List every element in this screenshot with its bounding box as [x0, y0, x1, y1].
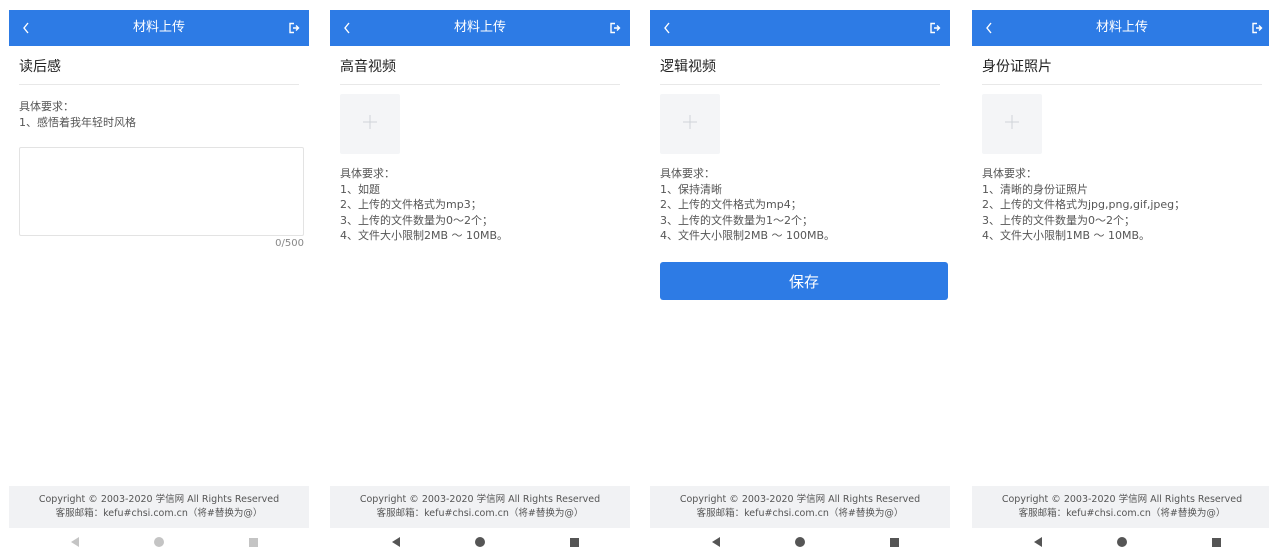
back-triangle-icon[interactable]: [388, 534, 404, 550]
requirement-line: 3、上传的文件数量为0～2个；: [982, 213, 1135, 227]
copyright-text: Copyright © 2003-2020 学信网 All Rights Res…: [38, 494, 280, 505]
service-email-text: 客服邮箱：kefu#chsi.com.cn（将#替换为@）: [1018, 508, 1226, 519]
requirement-line: 1、如题: [340, 182, 380, 196]
system-nav-bar: [972, 528, 1269, 554]
upload-button[interactable]: [982, 94, 1042, 154]
save-button[interactable]: 保存: [660, 262, 948, 300]
system-nav-bar: [650, 528, 950, 554]
char-counter: 0/500: [275, 238, 304, 249]
plus-icon: [1004, 114, 1020, 134]
service-email-text: 客服邮箱：kefu#chsi.com.cn（将#替换为@）: [376, 508, 584, 519]
requirement-line: 4、文件大小限制2MB ～ 100MB。: [660, 229, 836, 242]
footer: Copyright © 2003-2020 学信网 All Rights Res…: [972, 486, 1269, 528]
footer: Copyright © 2003-2020 学信网 All Rights Res…: [9, 486, 309, 528]
reflection-textarea[interactable]: [19, 147, 304, 236]
requirements-list: 具体要求： 1、保持清晰 2、上传的文件格式为mp4； 3、上传的文件数量为1～…: [660, 166, 835, 244]
header-bar: [650, 10, 950, 46]
requirement-line: 3、上传的文件数量为1～2个；: [660, 213, 813, 227]
home-circle-icon[interactable]: [1114, 534, 1130, 550]
chevron-left-icon[interactable]: [330, 10, 364, 46]
screen-logic-video: 逻辑视频 具体要求： 1、保持清晰 2、上传的文件格式为mp4； 3、上传的文件…: [650, 10, 950, 554]
logout-icon[interactable]: [279, 10, 309, 46]
recent-square-icon[interactable]: [1208, 534, 1224, 550]
requirement-line: 2、上传的文件格式为mp4；: [660, 198, 802, 211]
chevron-left-icon[interactable]: [9, 10, 43, 46]
requirement-line: 1、清晰的身份证照片: [982, 182, 1088, 196]
upload-button[interactable]: [660, 94, 720, 154]
copyright-text: Copyright © 2003-2020 学信网 All Rights Res…: [359, 494, 601, 505]
requirement-line: 1、感悟着我年轻时风格: [19, 115, 136, 129]
system-nav-bar: [330, 528, 630, 554]
requirement-line: 具体要求：: [982, 167, 1037, 180]
service-email-text: 客服邮箱：kefu#chsi.com.cn（将#替换为@）: [696, 508, 904, 519]
header-bar: 材料上传: [972, 10, 1269, 46]
plus-icon: [362, 114, 378, 134]
page-title: 材料上传: [132, 20, 186, 35]
system-nav-bar: [9, 528, 309, 554]
section-title: 读后感: [19, 59, 61, 75]
divider: [19, 84, 299, 85]
recent-square-icon[interactable]: [566, 534, 582, 550]
requirement-line: 2、上传的文件格式为mp3；: [340, 198, 482, 211]
screen-high-pitch-video: 材料上传 高音视频 具体要求： 1、如题 2、上传的文件格式为mp3； 3、上传…: [330, 10, 630, 554]
logout-icon[interactable]: [920, 10, 950, 46]
header-bar: 材料上传: [330, 10, 630, 46]
requirements-list: 具体要求： 1、如题 2、上传的文件格式为mp3； 3、上传的文件数量为0～2个…: [340, 166, 508, 244]
copyright-text: Copyright © 2003-2020 学信网 All Rights Res…: [1001, 494, 1243, 505]
chevron-left-icon[interactable]: [972, 10, 1006, 46]
divider: [340, 84, 620, 85]
logout-icon[interactable]: [1242, 10, 1269, 46]
requirement-line: 2、上传的文件格式为jpg,png,gif,jpeg；: [982, 198, 1186, 211]
logout-icon[interactable]: [600, 10, 630, 46]
back-triangle-icon[interactable]: [708, 534, 724, 550]
requirements-list: 具体要求： 1、清晰的身份证照片 2、上传的文件格式为jpg,png,gif,j…: [982, 166, 1185, 244]
requirements-list: 具体要求： 1、感悟着我年轻时风格: [19, 99, 136, 130]
requirement-line: 具体要求：: [340, 167, 395, 180]
upload-button[interactable]: [340, 94, 400, 154]
service-email-text: 客服邮箱：kefu#chsi.com.cn（将#替换为@）: [55, 508, 263, 519]
requirement-line: 3、上传的文件数量为0～2个；: [340, 213, 493, 227]
header-bar: 材料上传: [9, 10, 309, 46]
section-title: 高音视频: [340, 59, 396, 75]
home-circle-icon[interactable]: [792, 534, 808, 550]
home-circle-icon[interactable]: [151, 534, 167, 550]
footer: Copyright © 2003-2020 学信网 All Rights Res…: [330, 486, 630, 528]
requirement-line: 1、保持清晰: [660, 182, 722, 196]
recent-square-icon[interactable]: [886, 534, 902, 550]
plus-icon: [682, 114, 698, 134]
requirement-line: 4、文件大小限制1MB ～ 10MB。: [982, 229, 1151, 242]
requirement-line: 具体要求：: [19, 100, 74, 113]
back-triangle-icon[interactable]: [67, 534, 83, 550]
page-title: 材料上传: [1095, 20, 1149, 35]
page-title: 材料上传: [453, 20, 507, 35]
divider: [660, 84, 940, 85]
footer: Copyright © 2003-2020 学信网 All Rights Res…: [650, 486, 950, 528]
chevron-left-icon[interactable]: [650, 10, 684, 46]
recent-square-icon[interactable]: [245, 534, 261, 550]
requirement-line: 4、文件大小限制2MB ～ 10MB。: [340, 229, 509, 242]
divider: [982, 84, 1262, 85]
requirement-line: 具体要求：: [660, 167, 715, 180]
section-title: 身份证照片: [982, 59, 1052, 75]
copyright-text: Copyright © 2003-2020 学信网 All Rights Res…: [679, 494, 921, 505]
back-triangle-icon[interactable]: [1030, 534, 1046, 550]
screen-id-photo: 材料上传 身份证照片 具体要求： 1、清晰的身份证照片 2、上传的文件格式为jp…: [972, 10, 1269, 554]
section-title: 逻辑视频: [660, 59, 716, 75]
home-circle-icon[interactable]: [472, 534, 488, 550]
screen-reading-reflection: 材料上传 读后感 具体要求： 1、感悟着我年轻时风格 0/500 Copyrig…: [9, 10, 309, 554]
